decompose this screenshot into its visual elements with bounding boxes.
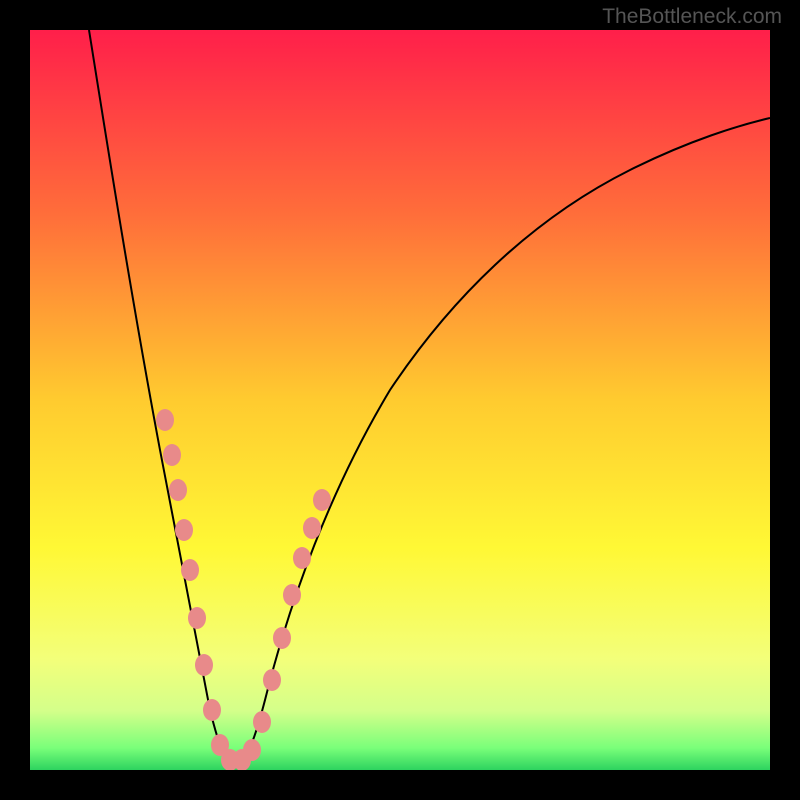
data-point <box>188 607 206 629</box>
curve-path <box>89 30 770 762</box>
data-point <box>195 654 213 676</box>
data-point <box>283 584 301 606</box>
data-point <box>181 559 199 581</box>
data-point <box>163 444 181 466</box>
watermark-text: TheBottleneck.com <box>602 5 782 29</box>
data-point <box>203 699 221 721</box>
chart-area <box>30 30 770 770</box>
data-point <box>303 517 321 539</box>
data-point <box>293 547 311 569</box>
data-point <box>169 479 187 501</box>
data-point <box>263 669 281 691</box>
data-point <box>273 627 291 649</box>
data-point <box>253 711 271 733</box>
data-point <box>156 409 174 431</box>
data-points-group <box>156 409 331 770</box>
data-point <box>243 739 261 761</box>
data-point <box>175 519 193 541</box>
bottleneck-curve-svg <box>30 30 770 770</box>
data-point <box>313 489 331 511</box>
